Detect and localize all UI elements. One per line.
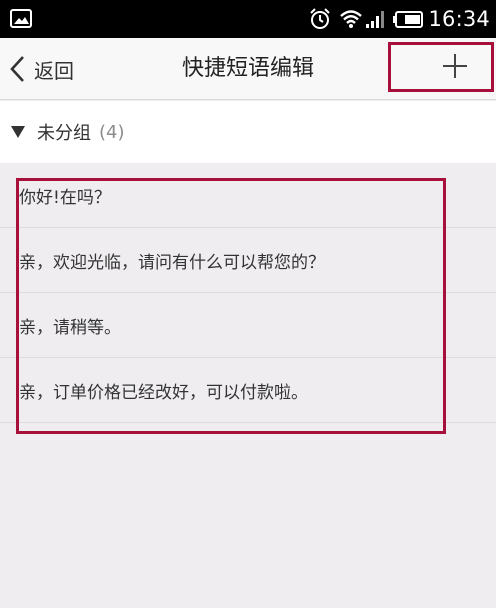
battery-icon bbox=[393, 10, 424, 28]
header-bar: 返回 快捷短语编辑 bbox=[0, 38, 496, 100]
phrase-list: 你好!在吗？ 亲，欢迎光临，请问有什么可以帮您的？ 亲，请稍等。 亲，订单价格已… bbox=[0, 163, 496, 423]
phrase-item[interactable]: 你好!在吗？ bbox=[0, 163, 496, 228]
wifi-icon bbox=[340, 10, 363, 28]
phrase-item[interactable]: 亲，欢迎光临，请问有什么可以帮您的？ bbox=[0, 228, 496, 293]
add-phrase-button[interactable] bbox=[388, 42, 494, 92]
group-count: (4) bbox=[99, 121, 125, 143]
status-icons: 16:34 bbox=[309, 0, 490, 38]
image-icon bbox=[10, 9, 32, 28]
chevron-left-icon bbox=[10, 56, 24, 82]
group-name: 未分组 bbox=[37, 123, 91, 144]
status-bar: 16:34 bbox=[0, 0, 496, 38]
group-header[interactable]: 未分组 (4) bbox=[0, 101, 496, 163]
alarm-icon bbox=[310, 8, 331, 29]
status-time: 16:34 bbox=[428, 7, 490, 31]
plus-icon bbox=[443, 54, 467, 78]
phrase-item[interactable]: 亲，请稍等。 bbox=[0, 293, 496, 358]
back-button[interactable]: 返回 bbox=[8, 38, 100, 100]
back-label: 返回 bbox=[34, 58, 74, 83]
triangle-down-icon bbox=[11, 126, 25, 138]
phrase-item[interactable]: 亲，订单价格已经改好，可以付款啦。 bbox=[0, 358, 496, 423]
signal-icon bbox=[366, 11, 385, 28]
